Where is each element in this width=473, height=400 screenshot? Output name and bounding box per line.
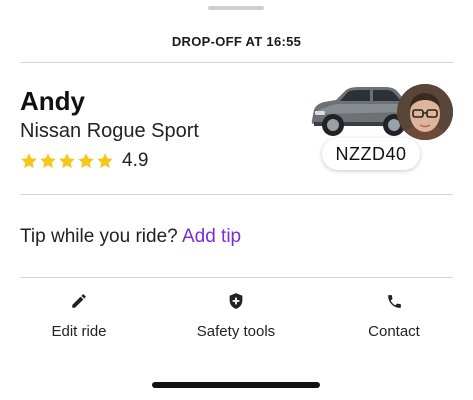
star-icon (58, 152, 76, 170)
driver-avatar (397, 84, 453, 140)
star-icon (96, 152, 114, 170)
phone-icon (324, 290, 464, 312)
tip-prompt: Tip while you ride? (20, 226, 178, 247)
home-indicator[interactable] (152, 382, 320, 388)
safety-tools-label: Safety tools (196, 323, 276, 340)
pencil-icon (9, 290, 149, 312)
dropoff-time-label: DROP-OFF AT 16:55 (171, 34, 302, 49)
license-plate: NZZD40 (322, 138, 420, 170)
rating-value: 4.9 (122, 150, 149, 171)
ride-details-sheet: DROP-OFF AT 16:55 Andy Nissan Rogue Spor… (0, 0, 473, 400)
driver-name: Andy (20, 86, 85, 116)
add-tip-link[interactable]: Add tip (182, 226, 241, 247)
star-icon (20, 152, 38, 170)
driver-rating: 4.9 (20, 149, 148, 173)
star-icon (39, 152, 57, 170)
contact-button[interactable]: Contact (324, 290, 464, 340)
divider (20, 194, 453, 195)
tip-row: Tip while you ride? Add tip (20, 226, 241, 248)
edit-ride-label: Edit ride (51, 323, 107, 340)
ride-actions-bar: Edit ride Safety tools Contact (0, 290, 473, 350)
rating-stars (20, 152, 114, 170)
car-model: Nissan Rogue Sport (20, 120, 199, 142)
star-icon (77, 152, 95, 170)
contact-label: Contact (368, 323, 420, 340)
divider (20, 62, 453, 63)
divider (20, 277, 453, 278)
edit-ride-button[interactable]: Edit ride (9, 290, 149, 340)
shield-icon (166, 290, 306, 312)
vehicle-driver-block[interactable]: NZZD40 (304, 80, 464, 180)
sheet-grabber-handle[interactable] (208, 6, 264, 10)
safety-tools-button[interactable]: Safety tools (166, 290, 306, 340)
